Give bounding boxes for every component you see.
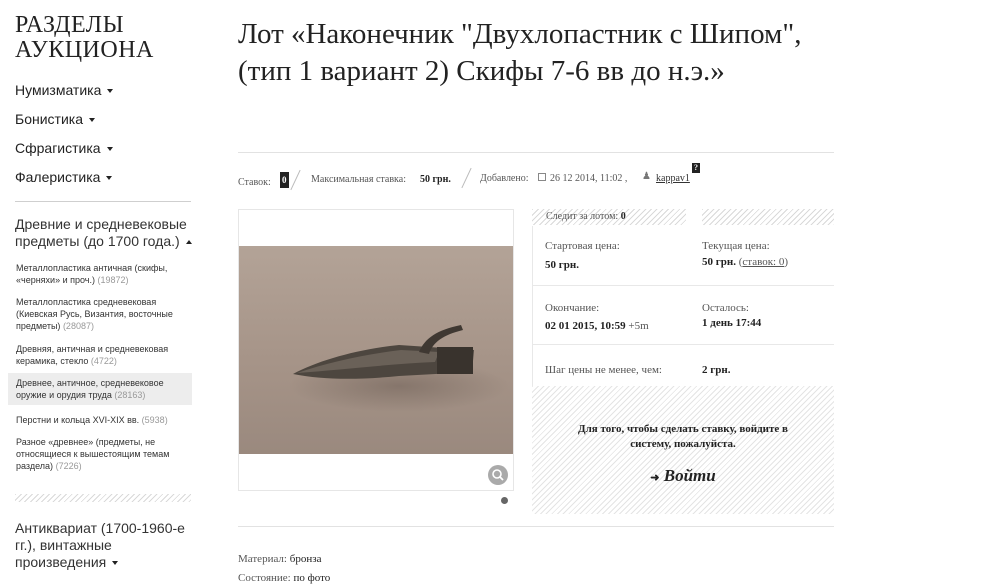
sidebar-item-label: Фалеристика (15, 169, 101, 185)
material-row: Материал: бронза (238, 553, 321, 565)
sidebar-item-label: Сфрагистика (15, 140, 101, 156)
lot-meta-bar: Ставок: 0 Максимальная ставка: 50 грн. Д… (238, 163, 838, 197)
subcategory-label: Перстни и кольца XVI-XIX вв. (16, 415, 140, 425)
current-price-label: Текущая цена: (702, 240, 770, 252)
subcategory-label: Металлопластика средневековая (Киевская … (16, 297, 173, 331)
caret-up-icon (185, 240, 192, 245)
start-price-amount: 50 грн. (545, 259, 579, 271)
material-value: бронза (289, 553, 322, 565)
arrowhead-image (239, 246, 513, 454)
sidebar-item-sphragistics[interactable]: Сфрагистика (15, 140, 113, 156)
watching-label: Следит за лотом: (546, 211, 619, 222)
watching-info: Следит за лотом: 0 (546, 211, 626, 222)
login-button[interactable]: ➜ Войти (532, 466, 834, 486)
condition-row: Состояние: по фото (238, 572, 330, 584)
subcategory-item[interactable]: Древняя, античная и средневековая керами… (8, 343, 192, 367)
remaining-value: 1 день 17:44 (702, 317, 761, 329)
lot-title: Лот «Наконечник "Двухлопастник с Шипом",… (238, 18, 802, 87)
end-datetime: 02 01 2015, 10:59 (545, 320, 626, 332)
end-extra: +5m (628, 320, 649, 332)
condition-label: Состояние: (238, 572, 291, 584)
subcategory-count: (5938) (141, 415, 168, 425)
sidebar-item-label: Антиквариат (1700-1960-е гг.), винтажные… (15, 520, 185, 570)
caret-down-icon (112, 561, 119, 566)
subcategory-label: Металлопластика античная (скифы, «чернях… (16, 263, 168, 285)
remaining-label: Осталось: (702, 302, 749, 314)
sidebar-divider (15, 201, 191, 202)
title-divider (238, 152, 834, 153)
login-message-text: Для того, чтобы сделать ставку, войдите … (578, 423, 788, 450)
material-label: Материал: (238, 553, 287, 565)
max-bid-label: Максимальная ставка: (311, 174, 406, 185)
arrow-right-icon: ➜ (650, 472, 660, 484)
bids-count-badge: 0 (280, 172, 289, 188)
sidebar-heading: РАЗДЕЛЫ АУКЦИОНА (15, 12, 154, 63)
start-price-value: 50 грн. (545, 259, 579, 271)
remaining-time: 1 день 17:44 (702, 317, 762, 329)
subcategory-count: (4722) (90, 356, 117, 366)
watching-count: 0 (620, 211, 626, 222)
hatch-block (702, 209, 834, 225)
caret-down-icon (107, 89, 114, 94)
subcategory-label: Разное «древнее» (предметы, не относящие… (16, 437, 170, 471)
caret-down-icon (106, 176, 113, 181)
login-message: Для того, чтобы сделать ставку, войдите … (532, 422, 834, 452)
sidebar-item-phaleristics[interactable]: Фалеристика (15, 169, 113, 185)
bids-label: Ставок: (238, 177, 271, 188)
gallery-dot[interactable] (501, 497, 508, 504)
caret-down-icon (106, 147, 113, 152)
lot-photo[interactable] (239, 246, 513, 454)
added-value: 26 12 2014, 11:02 , (550, 173, 628, 184)
subcategory-item[interactable]: Металлопластика античная (скифы, «чернях… (8, 262, 192, 286)
seller-help-badge[interactable]: ? (692, 163, 700, 173)
end-label: Окончание: (545, 302, 600, 314)
added-label: Добавлено: (480, 173, 529, 184)
subcategory-count: (28163) (114, 390, 146, 400)
subcategory-count: (28087) (62, 321, 94, 331)
login-prompt-box: Для того, чтобы сделать ставку, войдите … (532, 386, 834, 514)
sidebar-item-numismatics[interactable]: Нумизматика (15, 82, 114, 98)
subcategory-item[interactable]: Перстни и кольца XVI-XIX вв. (5938) (8, 414, 192, 426)
meta-separator (461, 167, 472, 189)
sidebar-hatch-divider (15, 494, 191, 502)
subcategory-item[interactable]: Разное «древнее» (предметы, не относящие… (8, 436, 192, 472)
panel-divider (532, 285, 834, 286)
max-bid-value: 50 грн. (420, 174, 451, 185)
sidebar-item-antique[interactable]: Антиквариат (1700-1960-е гг.), винтажные… (15, 520, 187, 571)
subcategory-count: (19872) (97, 275, 129, 285)
sidebar-item-label: Нумизматика (15, 82, 102, 98)
zoom-icon[interactable] (488, 465, 508, 485)
sidebar-item-label: Бонистика (15, 111, 83, 127)
step-label: Шаг цены не менее, чем: (545, 364, 662, 376)
subcategory-count: (7226) (55, 461, 82, 471)
meta-separator (290, 169, 301, 191)
sidebar-item-ancient[interactable]: Древние и средневековые предметы (до 170… (15, 216, 195, 250)
subcategory-item-active[interactable]: Древнее, античное, средневековое оружие … (8, 373, 192, 405)
panel-border (532, 226, 533, 386)
lot-photo-frame[interactable] (238, 209, 514, 491)
end-value: 02 01 2015, 10:59 +5m (545, 320, 649, 332)
user-icon: ♟ (642, 171, 651, 182)
step-amount: 2 грн. (702, 364, 731, 376)
start-price-label: Стартовая цена: (545, 240, 620, 252)
calendar-icon (538, 173, 546, 181)
caret-down-icon (88, 118, 95, 123)
bids-link[interactable]: ставок: 0 (742, 256, 784, 268)
step-value: 2 грн. (702, 364, 730, 376)
panel-divider (532, 344, 834, 345)
current-price-value: 50 грн. (ставок: 0) (702, 256, 789, 268)
subcategory-item[interactable]: Металлопластика средневековая (Киевская … (8, 296, 192, 332)
sidebar: РАЗДЕЛЫ АУКЦИОНА Нумизматика Бонистика С… (0, 0, 192, 588)
current-price-amount: 50 грн. (702, 256, 736, 268)
sidebar-item-bonistics[interactable]: Бонистика (15, 111, 95, 127)
seller-link[interactable]: kappav1 (656, 173, 690, 184)
login-button-label: Войти (663, 466, 716, 485)
details-divider (238, 526, 834, 527)
condition-value: по фото (293, 572, 331, 584)
sidebar-item-label: Древние и средневековые предметы (до 170… (15, 216, 187, 249)
